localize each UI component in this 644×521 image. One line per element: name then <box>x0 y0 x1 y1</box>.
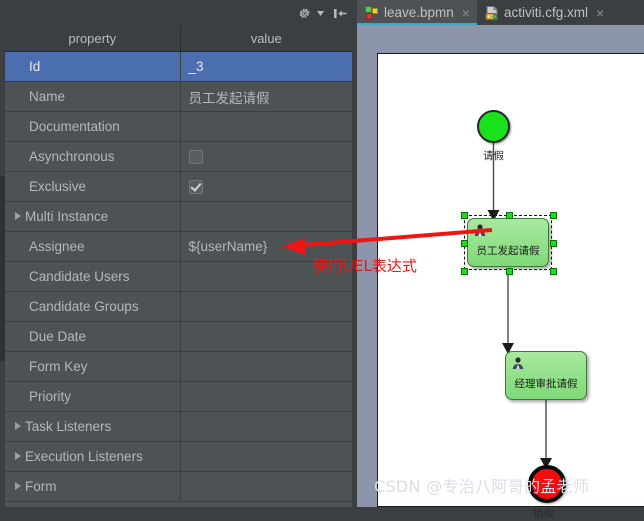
property-row[interactable]: Id _3 <box>5 51 352 82</box>
checkbox-checked[interactable] <box>188 180 203 195</box>
property-name-label: Name <box>29 89 66 104</box>
tab-close-icon[interactable]: × <box>596 6 604 20</box>
property-value-cell[interactable] <box>180 291 352 322</box>
watermark: CSDN @专治八阿哥的孟老师 <box>374 477 590 496</box>
property-row[interactable]: Asynchronous <box>5 141 352 172</box>
property-name-cell[interactable]: Exclusive <box>5 171 181 202</box>
xml-file-icon <box>485 5 499 20</box>
property-value-cell[interactable]: _3 <box>180 51 352 82</box>
gear-icon[interactable] <box>293 3 315 23</box>
property-value-cell[interactable] <box>180 441 352 472</box>
property-name-cell[interactable]: Candidate Groups <box>5 291 181 322</box>
property-name-label: Assignee <box>29 239 85 254</box>
expand-triangle-icon[interactable] <box>15 452 21 460</box>
property-value-cell[interactable] <box>180 321 352 352</box>
property-row[interactable]: Documentation <box>5 111 352 142</box>
column-header-value[interactable]: value <box>180 26 352 52</box>
property-name-label: Documentation <box>29 119 120 134</box>
property-value-cell[interactable] <box>180 201 352 232</box>
property-name-cell[interactable]: Due Date <box>5 321 181 352</box>
property-name-label: Task Listeners <box>25 419 112 434</box>
property-row[interactable]: Candidate Users <box>5 261 352 292</box>
property-value-cell[interactable] <box>180 111 352 142</box>
expand-triangle-icon[interactable] <box>15 212 21 220</box>
property-name-label: Due Date <box>29 329 87 344</box>
collapse-panel-icon[interactable] <box>329 3 351 23</box>
property-name-label: Asynchronous <box>29 149 115 164</box>
property-row[interactable]: Form Key <box>5 351 352 382</box>
column-header-property[interactable]: property <box>5 26 181 52</box>
property-name-cell[interactable]: Id <box>5 51 181 82</box>
property-value-cell[interactable] <box>180 141 352 172</box>
property-value-cell[interactable] <box>180 381 352 412</box>
property-name-cell[interactable]: Multi Instance <box>5 201 181 232</box>
bpmn-editor-window: property value Id _3 Name 员工发起请假 Documentati… <box>0 0 644 520</box>
left-arrow-annotation-icon <box>282 228 493 255</box>
property-row[interactable]: Execution Listeners <box>5 441 352 472</box>
property-row[interactable]: Task Listeners <box>5 411 352 442</box>
property-name-cell[interactable]: Task Listeners <box>5 411 181 442</box>
property-row[interactable]: Name 员工发起请假 <box>5 81 352 112</box>
property-name-label: Multi Instance <box>25 209 109 224</box>
property-row[interactable]: Candidate Groups <box>5 291 352 322</box>
chevron-down-icon[interactable] <box>315 3 325 23</box>
property-value-label: ${userName} <box>188 239 268 254</box>
property-name-cell[interactable]: Form <box>5 471 181 502</box>
property-name-cell[interactable]: Documentation <box>5 111 181 142</box>
property-value-label: 员工发起请假 <box>188 90 270 106</box>
tab-label: activiti.cfg.xml <box>503 5 588 20</box>
property-name-label: Candidate Groups <box>29 299 139 314</box>
properties-toolbar <box>0 0 357 26</box>
property-name-cell[interactable]: Form Key <box>5 351 181 382</box>
property-name-cell[interactable]: Execution Listeners <box>5 441 181 472</box>
property-value-cell[interactable] <box>180 471 352 502</box>
expand-triangle-icon[interactable] <box>15 422 21 430</box>
tab-close-icon[interactable]: × <box>462 6 470 20</box>
properties-grid: property value Id _3 Name 员工发起请假 Documentati… <box>5 26 352 507</box>
tab-activiti-cfg-xml[interactable]: activiti.cfg.xml × <box>476 0 612 25</box>
property-name-label: Execution Listeners <box>25 449 143 464</box>
grid-header-row: property value <box>5 26 352 52</box>
property-value-cell[interactable]: 员工发起请假 <box>180 81 352 112</box>
property-name-cell[interactable]: Name <box>5 81 181 112</box>
property-name-cell[interactable]: Asynchronous <box>5 141 181 172</box>
property-name-label: Id <box>29 59 41 74</box>
expand-triangle-icon[interactable] <box>15 482 21 490</box>
property-name-label: Exclusive <box>29 179 87 194</box>
bpmn-file-icon <box>365 5 379 20</box>
canvas-page <box>377 53 644 507</box>
property-row[interactable]: Multi Instance <box>5 201 352 232</box>
property-name-label: Form <box>25 479 57 494</box>
tab-label: leave.bpmn <box>384 5 454 20</box>
property-name-label: Form Key <box>29 359 88 374</box>
property-value-cell[interactable] <box>180 411 352 442</box>
grid-body: Id _3 Name 员工发起请假 Documentation Asynchronous E… <box>5 51 352 502</box>
editor-tabbar: leave.bpmn × activiti.cfg.xml × <box>357 0 644 25</box>
end-event-label: 销假 <box>533 508 554 520</box>
property-name-label: Priority <box>29 389 72 404</box>
property-row[interactable]: Due Date <box>5 321 352 352</box>
checkbox-unchecked[interactable] <box>188 150 203 165</box>
annotation-text: 使用UEL表达式 <box>313 257 417 275</box>
property-value-label: _3 <box>188 59 204 74</box>
property-name-cell[interactable]: Assignee <box>5 231 181 262</box>
property-value-cell[interactable] <box>180 171 352 202</box>
property-value-cell[interactable] <box>180 351 352 382</box>
tab-leave-bpmn[interactable]: leave.bpmn × <box>357 0 477 25</box>
property-row[interactable]: Form <box>5 471 352 502</box>
property-row[interactable]: Priority <box>5 381 352 412</box>
property-row[interactable]: Exclusive <box>5 171 352 202</box>
property-name-cell[interactable]: Candidate Users <box>5 261 181 292</box>
property-name-cell[interactable]: Priority <box>5 381 181 412</box>
property-name-label: Candidate Users <box>29 269 130 284</box>
